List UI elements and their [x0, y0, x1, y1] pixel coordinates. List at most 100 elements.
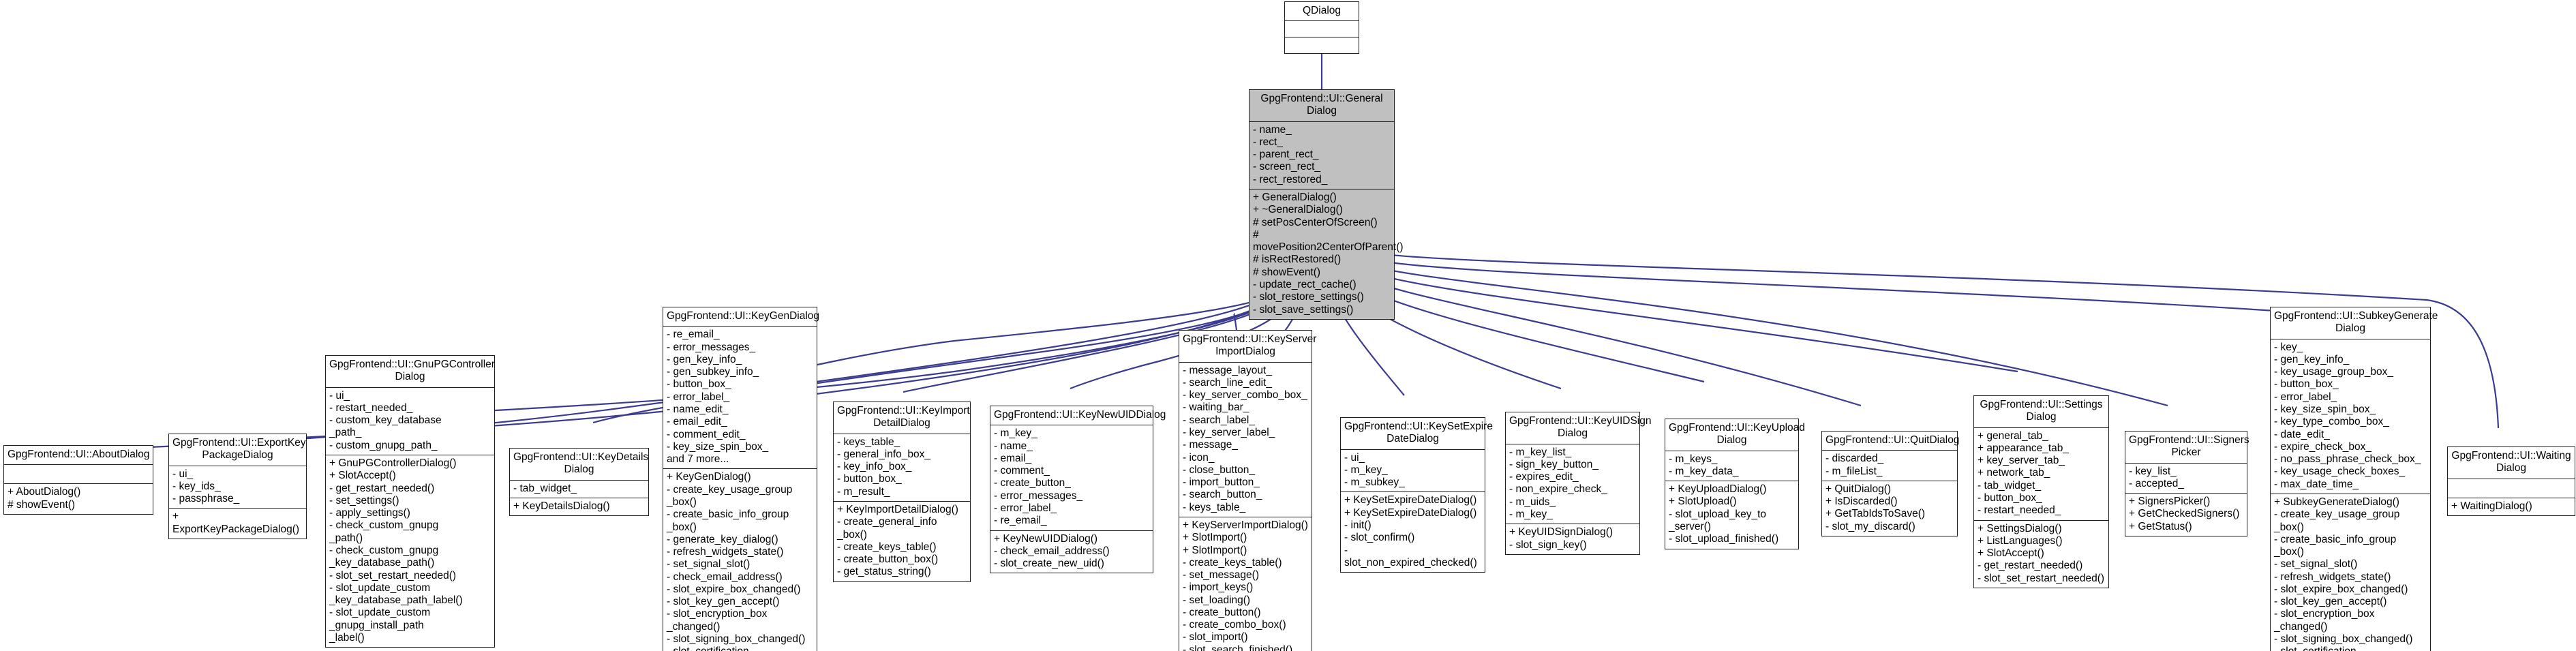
attr-row: and 7 more... [667, 453, 729, 466]
op-row: - create_general_info _box() [837, 516, 937, 541]
attr-row: - name_ [1253, 123, 1292, 136]
class-node-gnupg-controller-dialog[interactable]: GpgFrontend::UI::GnuPGController Dialog … [325, 355, 495, 648]
attr-row: - non_expire_check_ [1509, 483, 1607, 496]
attr-row: - button_box_ [837, 473, 902, 485]
class-operations: + KeyUploadDialog() + SlotUpload() - slo… [1665, 481, 1798, 548]
attr-row: - key_list_ [2129, 465, 2177, 477]
attr-row: - general_info_box_ [837, 448, 931, 460]
class-operations: + ExportKeyPackageDialog() [169, 509, 306, 539]
op-row: - slot_create_new_uid() [994, 558, 1104, 570]
attr-row: + general_tab_ [1978, 429, 2048, 442]
class-operations: + SubkeyGenerateDialog() - create_key_us… [2271, 494, 2430, 651]
class-title: GpgFrontend::UI::Settings Dialog [1974, 396, 2108, 428]
op-row: - create_key_usage_group _box() [2274, 509, 2400, 533]
attr-row: - accepted_ [2129, 477, 2184, 489]
attr-row: - keys_table_ [837, 436, 900, 448]
class-title: GpgFrontend::UI::QuitDialog [1822, 432, 1959, 451]
op-row: - slot_upload_key_to _server() [1669, 508, 1767, 532]
attr-row: - name_ [994, 440, 1033, 452]
class-operations: + KeyDetailsDialog() [510, 498, 648, 515]
attr-row: - waiting_bar_ [1183, 402, 1249, 414]
op-row: # setPosCenterOfScreen() [1253, 216, 1378, 228]
attr-row: - rect_restored_ [1253, 173, 1328, 185]
op-row: - slot_search_finished() [1183, 644, 1293, 651]
class-node-key-details-dialog[interactable]: GpgFrontend::UI::KeyDetails Dialog - tab… [509, 448, 649, 517]
attr-row: - ui_ [329, 389, 350, 402]
class-node-export-key-package-dialog[interactable]: GpgFrontend::UI::ExportKey PackageDialog… [168, 434, 307, 539]
class-node-key-gen-dialog[interactable]: GpgFrontend::UI::KeyGenDialog - re_email… [663, 307, 819, 651]
class-node-subkey-generate-dialog[interactable]: GpgFrontend::UI::SubkeyGenerate Dialog -… [2270, 307, 2438, 651]
class-operations: + GeneralDialog() + ~GeneralDialog() # s… [1249, 190, 1404, 319]
attr-row: - key_info_box_ [837, 461, 912, 473]
op-row: - check_custom_gnupg _path() [329, 519, 439, 544]
class-node-key-upload-dialog[interactable]: GpgFrontend::UI::KeyUpload Dialog - m_ke… [1665, 419, 1805, 549]
op-row: - slot_set_restart_needed() [1978, 572, 2105, 584]
attr-row: - ui_ [172, 468, 194, 480]
class-node-signers-picker[interactable]: GpgFrontend::UI::Signers Picker - key_li… [2125, 431, 2249, 536]
class-node-key-set-expire-date-dialog[interactable]: GpgFrontend::UI::KeySetExpire DateDialog… [1340, 417, 1493, 573]
class-node-general-dialog[interactable]: GpgFrontend::UI::General Dialog - name_ … [1249, 89, 1404, 320]
class-node-key-uid-sign-dialog[interactable]: GpgFrontend::UI::KeyUIDSign Dialog - m_k… [1505, 412, 1652, 555]
class-node-waiting-dialog[interactable]: GpgFrontend::UI::Waiting Dialog + Waitin… [2447, 446, 2575, 516]
op-row: + KeyImportDetailDialog() [837, 503, 958, 515]
class-title: GpgFrontend::UI::KeyServer ImportDialog [1179, 331, 1316, 363]
op-row: - slot_sign_key() [1509, 539, 1587, 551]
class-node-key-import-detail-dialog[interactable]: GpgFrontend::UI::KeyImport DetailDialog … [833, 402, 971, 582]
op-row: - update_rect_cache() [1253, 278, 1357, 290]
attr-row: - gen_subkey_info_ [667, 366, 759, 378]
attr-row: - key_size_spin_box_ [2274, 403, 2376, 415]
op-row: + KeyUploadDialog() [1669, 483, 1767, 496]
op-row: - set_settings() [329, 494, 399, 506]
attr-row: - m_fileList_ [1825, 465, 1883, 477]
attr-row: - tab_widget_ [1978, 479, 2042, 491]
attr-row: - comment_edit_ [667, 428, 746, 440]
op-row: + GnuPGControllerDialog() [329, 457, 457, 469]
class-node-settings-dialog[interactable]: GpgFrontend::UI::Settings Dialog + gener… [1973, 395, 2109, 588]
attr-row: - key_server_combo_box_ [1183, 389, 1307, 402]
class-node-about-dialog[interactable]: GpgFrontend::UI::AboutDialog + AboutDial… [3, 445, 153, 515]
op-row: + ~GeneralDialog() [1253, 204, 1343, 216]
attr-row: - error_label_ [667, 391, 730, 403]
op-row: - set_loading() [1183, 594, 1251, 606]
attr-row: - discarded_ [1825, 453, 1884, 465]
op-row: - create_keys_table() [837, 541, 937, 553]
attr-row: - m_uids_ [1509, 496, 1556, 508]
class-title: GpgFrontend::UI::KeyNewUIDDialog [990, 406, 1166, 426]
op-row: + ListLanguages() [1978, 534, 2063, 547]
class-node-key-server-import-dialog[interactable]: GpgFrontend::UI::KeyServer ImportDialog … [1179, 330, 1316, 651]
attr-row: - keys_table_ [1183, 501, 1246, 513]
attr-row: - tab_widget_ [513, 482, 577, 494]
attr-row: - key_ids_ [172, 480, 221, 492]
op-row: - set_signal_slot() [667, 558, 751, 571]
op-row: # movePosition2CenterOfParent() [1253, 228, 1404, 254]
attr-row: - error_label_ [2274, 391, 2337, 403]
op-row: - slot_expire_box_changed() [2274, 583, 2408, 595]
op-row: - slot_upload_finished() [1669, 533, 1779, 545]
class-attributes: + general_tab_ + appearance_tab_ + key_s… [1974, 428, 2108, 521]
class-title: GpgFrontend::UI::Waiting Dialog [2448, 447, 2575, 479]
attr-row: - key_server_label_ [1183, 426, 1275, 438]
attr-row: - expire_check_box_ [2274, 440, 2372, 453]
class-node-qdialog[interactable]: QDialog [1284, 1, 1359, 55]
class-operations: + KeyGenDialog() - create_key_usage_grou… [663, 469, 817, 651]
attr-row: - date_edit_ [2274, 428, 2330, 440]
attr-row: - close_button_ [1183, 464, 1255, 476]
op-row: + SlotImport() [1183, 544, 1247, 556]
class-attributes: - re_email_ - error_messages_ - gen_key_… [663, 327, 817, 470]
class-node-key-new-uid-dialog[interactable]: GpgFrontend::UI::KeyNewUIDDialog - m_key… [990, 406, 1166, 574]
op-row: + GetStatus() [2129, 520, 2192, 532]
op-row: + SettingsDialog() [1978, 522, 2062, 534]
op-row: + KeySetExpireDateDialog() [1344, 494, 1477, 506]
op-row: + IsDiscarded() [1825, 496, 1898, 508]
op-row: + WaitingDialog() [2451, 500, 2532, 512]
attr-row: - import_button_ [1183, 476, 1260, 489]
attr-row: - m_key_ [994, 427, 1037, 440]
op-row: - import_keys() [1183, 581, 1254, 594]
op-row: # showEvent() [1253, 266, 1321, 278]
class-attributes: - m_key_list_ - sign_key_button_ - expir… [1506, 444, 1639, 525]
attr-row: - ui_ [1344, 451, 1365, 464]
op-row: - slot_key_gen_accept() [667, 596, 780, 608]
class-node-quit-dialog[interactable]: GpgFrontend::UI::QuitDialog - discarded_… [1821, 431, 1959, 536]
op-row: # showEvent() [7, 498, 76, 511]
op-row: - slot_update_custom _gnupg_install_path… [329, 607, 431, 644]
